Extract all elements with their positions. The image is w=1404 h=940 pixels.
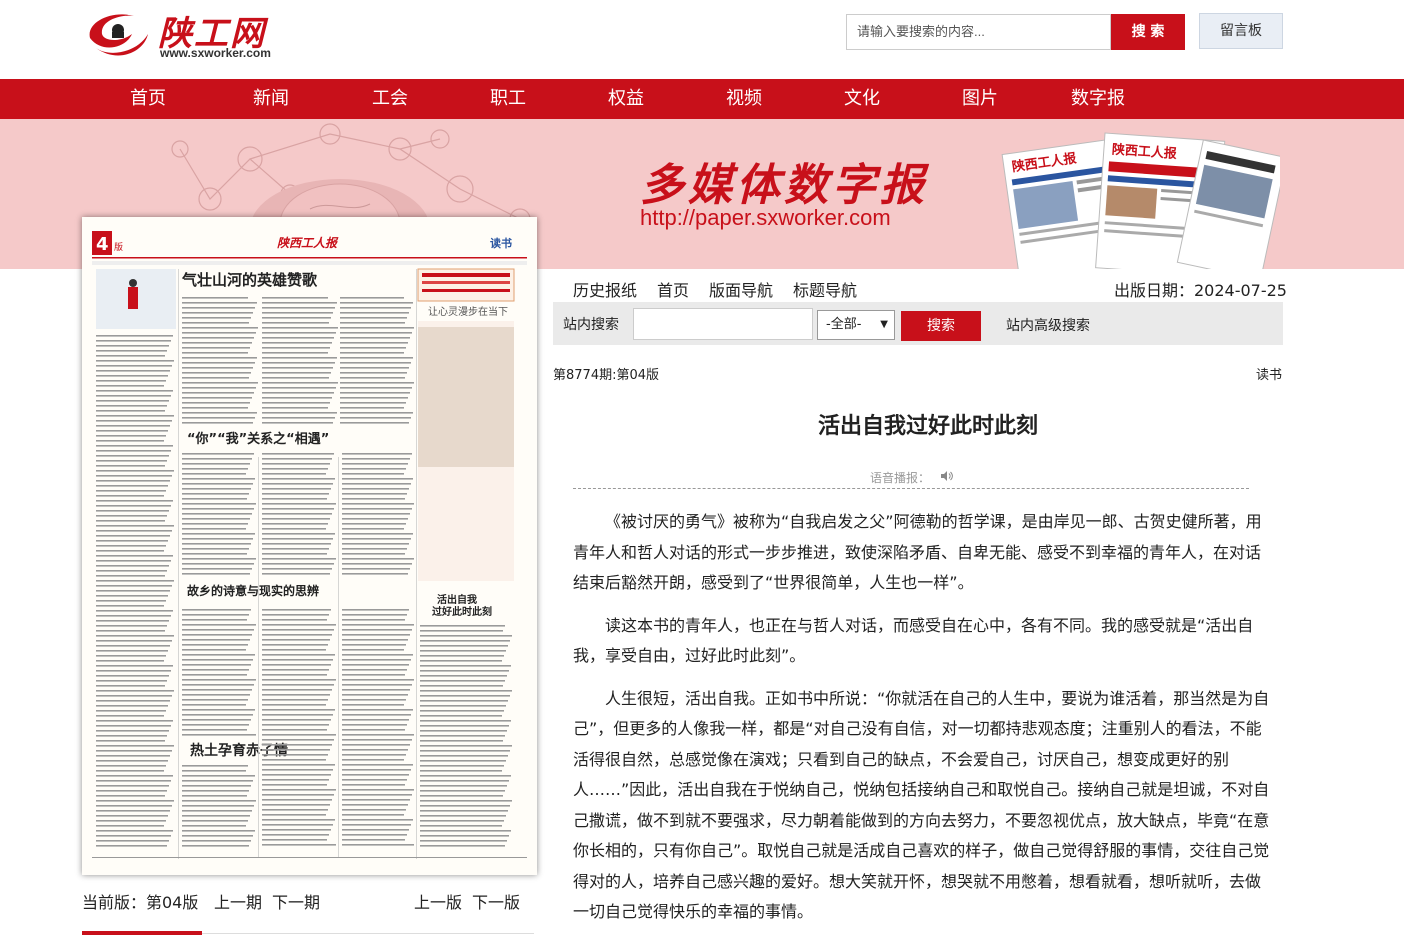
article-paragraph-2: 读这本书的青年人，也正在与哲人对话，而感受自在心中，各有不同。我的感受就是“活出… bbox=[573, 615, 1254, 666]
publish-date: 出版日期：2024-07-25 bbox=[1114, 281, 1287, 300]
title-divider bbox=[573, 488, 1249, 489]
main-nav: 首页 新闻 工会 职工 权益 视频 文化 图片 数字报 bbox=[0, 79, 1404, 119]
nav-item-video[interactable]: 视频 bbox=[726, 79, 762, 119]
voice-broadcast[interactable]: 语音播报： bbox=[870, 469, 954, 486]
sub-nav-history[interactable]: 历史报纸 bbox=[573, 277, 637, 301]
chevron-down-icon: ▼ bbox=[880, 319, 888, 330]
svg-text:过好此时此刻: 过好此时此刻 bbox=[432, 605, 492, 618]
nav-item-news[interactable]: 新闻 bbox=[253, 79, 289, 119]
newspaper-page-image: 4 版 陕西工人报 读书 气壮山河的英雄赞歌 让心灵漫步在当下 “你”“我”关系… bbox=[82, 217, 537, 875]
paper-headline-1: 气壮山河的英雄赞歌 bbox=[181, 271, 318, 289]
nav-item-workers[interactable]: 职工 bbox=[490, 79, 526, 119]
site-logo[interactable]: 陕工网 www.sxworker.com bbox=[82, 6, 282, 62]
search-input[interactable]: 请输入要搜索的内容... bbox=[846, 14, 1111, 50]
nav-item-union[interactable]: 工会 bbox=[372, 79, 408, 119]
site-search-label: 站内搜索 bbox=[563, 317, 619, 333]
speaker-icon[interactable] bbox=[940, 470, 954, 482]
sub-nav-layout[interactable]: 版面导航 bbox=[709, 277, 773, 301]
current-page-label: 当前版：第04版 bbox=[82, 893, 199, 912]
article-body: 《被讨厌的勇气》被称为“自我启发之父”阿德勒的哲学课，是由岸见一郎、古贺史健所著… bbox=[573, 507, 1275, 940]
article-paragraph-3: 人生很短，活出自我。正如书中所说：“你就活在自己的人生中，要说为谁活着，那当然是… bbox=[573, 688, 1270, 922]
nav-item-rights[interactable]: 权益 bbox=[608, 79, 644, 119]
paper-section: 读书 bbox=[490, 236, 512, 250]
nav-item-photos[interactable]: 图片 bbox=[962, 79, 998, 119]
issue-label: 第8774期:第04版 bbox=[553, 368, 660, 383]
article-title: 活出自我过好此时此刻 bbox=[817, 414, 1038, 439]
logo-url: www.sxworker.com bbox=[160, 46, 271, 60]
paper-headline-6: 让心灵漫步在当下 bbox=[428, 305, 508, 318]
logo-swirl-icon bbox=[89, 14, 148, 56]
article-paragraph-1: 《被讨厌的勇气》被称为“自我启发之父”阿德勒的哲学课，是由岸见一郎、古贺史健所著… bbox=[573, 512, 1262, 592]
search-scope-select[interactable]: -全部- ▼ bbox=[817, 310, 895, 340]
sub-nav-home[interactable]: 首页 bbox=[657, 277, 689, 301]
next-issue-link[interactable]: 下一期 bbox=[272, 889, 320, 913]
paper-masthead: 陕西工人报 bbox=[277, 236, 339, 250]
newspaper-stack-icon: 陕西工人报 陕西工人报 bbox=[1001, 132, 1280, 269]
message-board-button[interactable]: 留言板 bbox=[1199, 13, 1283, 49]
nav-item-digital-paper[interactable]: 数字报 bbox=[1071, 79, 1125, 119]
banner-title: 多媒体数字报 bbox=[640, 160, 928, 211]
svg-text:活出自我: 活出自我 bbox=[437, 593, 477, 606]
nav-item-culture[interactable]: 文化 bbox=[844, 79, 880, 119]
paper-headline-2: “你”“我”关系之“相遇” bbox=[187, 431, 329, 447]
search-scope-value: -全部- bbox=[826, 317, 862, 332]
site-search-input[interactable] bbox=[633, 308, 813, 340]
section-label: 读书 bbox=[1256, 368, 1283, 383]
search-button[interactable]: 搜 索 bbox=[1111, 14, 1185, 50]
paper-page-number: 4 bbox=[96, 234, 109, 255]
prev-issue-link[interactable]: 上一期 bbox=[214, 889, 262, 913]
voice-broadcast-label: 语音播报： bbox=[870, 471, 931, 485]
site-search-button[interactable]: 搜索 bbox=[901, 311, 981, 341]
active-tab-indicator bbox=[82, 931, 202, 935]
prev-page-link[interactable]: 上一版 bbox=[414, 889, 462, 913]
site-header: 陕工网 www.sxworker.com 请输入要搜索的内容... 搜 索 留言… bbox=[0, 0, 1404, 79]
next-page-link[interactable]: 下一版 bbox=[472, 889, 520, 913]
newspaper-page-preview[interactable]: 4 版 陕西工人报 读书 气壮山河的英雄赞歌 让心灵漫步在当下 “你”“我”关系… bbox=[82, 217, 537, 875]
advanced-search-link[interactable]: 站内高级搜索 bbox=[1006, 315, 1090, 335]
site-search-bar: 站内搜索 -全部- ▼ 搜索 站内高级搜索 bbox=[553, 302, 1283, 345]
paper-headline-3: 故乡的诗意与现实的思辨 bbox=[187, 583, 319, 598]
tab-divider bbox=[202, 933, 534, 934]
banner-url: http://paper.sxworker.com bbox=[640, 205, 891, 230]
nav-item-home[interactable]: 首页 bbox=[130, 79, 166, 119]
paper-page-suffix: 版 bbox=[114, 241, 123, 253]
sub-nav-titles[interactable]: 标题导航 bbox=[793, 277, 857, 301]
